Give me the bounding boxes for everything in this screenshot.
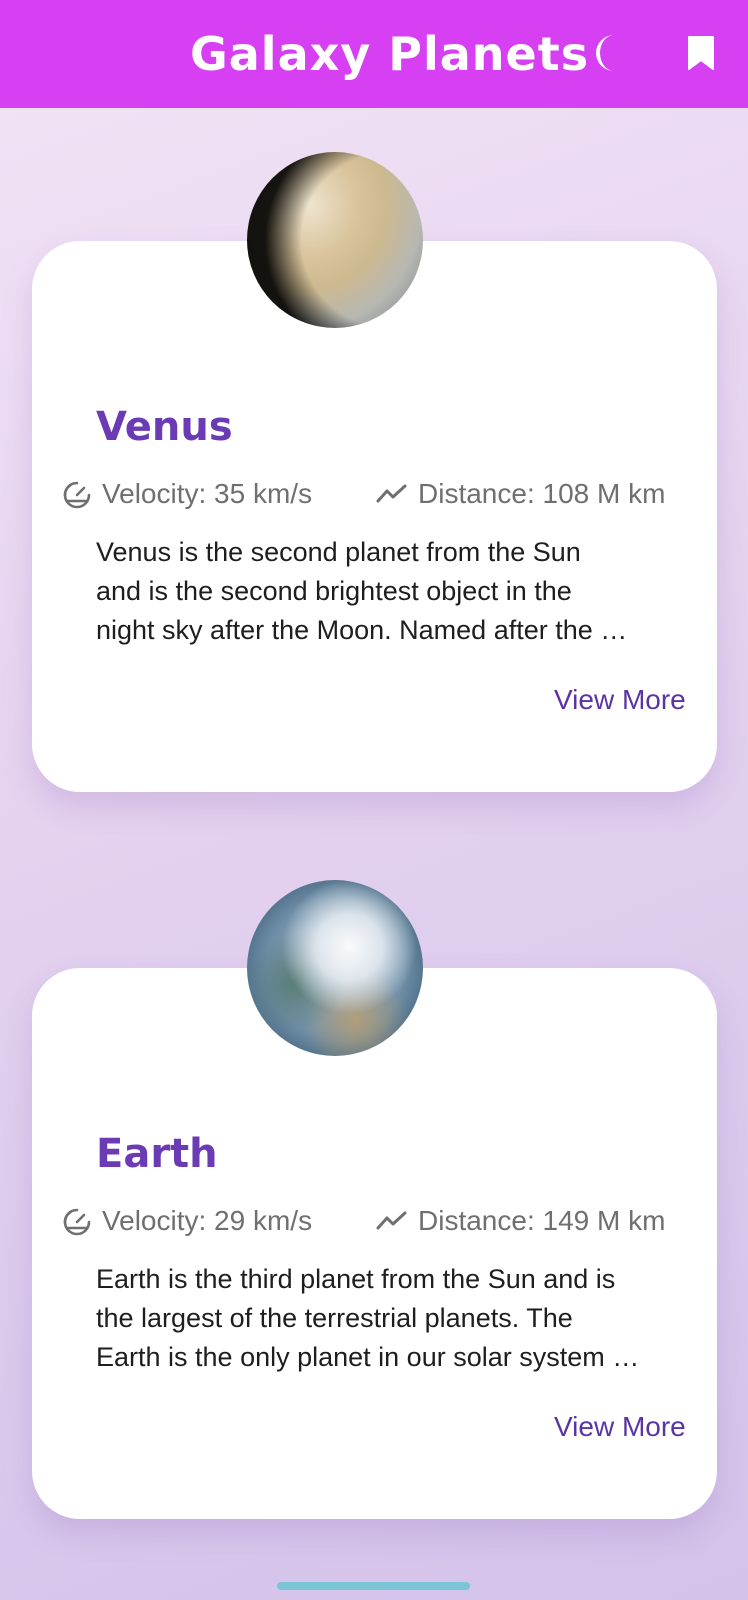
velocity-label: Velocity: 35 km/s [102,478,313,509]
speedometer-icon [63,1208,91,1236]
planet-description: Venus is the second planet from the Sun … [96,537,628,645]
view-more-button[interactable]: View More [554,682,686,718]
app-title: Galaxy Planets [190,27,590,81]
bookmark-icon [688,36,714,70]
planet-card[interactable]: Earth Velocity: 29 km/s Distance: 149 M … [32,968,717,1519]
trend-line-icon [376,484,407,503]
moon-icon [596,35,614,71]
dark-mode-button[interactable] [584,30,630,76]
earth-image [247,880,423,1056]
distance-stat: Distance: 149 M km [376,1203,665,1239]
planet-name: Venus [96,404,233,450]
distance-label: Distance: 149 M km [418,1205,666,1236]
planet-name: Earth [96,1131,218,1177]
velocity-stat: Velocity: 35 km/s [62,476,312,512]
distance-stat: Distance: 108 M km [376,476,665,512]
venus-image [247,152,423,328]
velocity-label: Velocity: 29 km/s [102,1205,313,1236]
planet-card[interactable]: Venus Velocity: 35 km/s Distance: 108 M … [32,241,717,792]
view-more-button[interactable]: View More [554,1409,686,1445]
home-indicator[interactable] [277,1582,470,1590]
app-bar: Galaxy Planets [0,0,748,108]
speedometer-icon [63,481,91,509]
trend-line-icon [376,1211,407,1230]
planet-description: Earth is the third planet from the Sun a… [96,1264,640,1372]
distance-label: Distance: 108 M km [418,478,666,509]
bookmark-button[interactable] [678,30,724,76]
velocity-stat: Velocity: 29 km/s [62,1203,312,1239]
